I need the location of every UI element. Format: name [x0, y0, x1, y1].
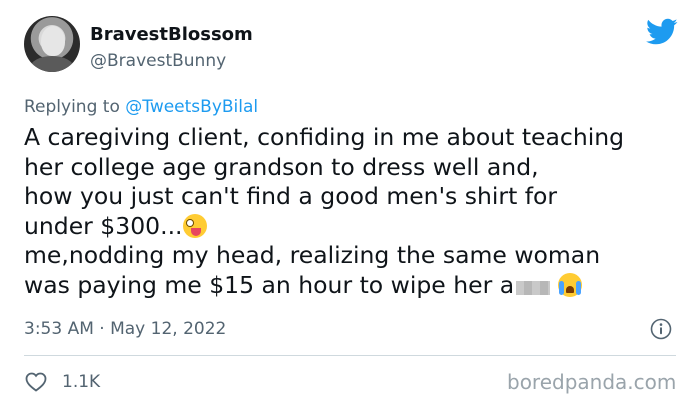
zany-face-emoji — [182, 213, 207, 238]
twitter-bird-icon — [646, 18, 678, 45]
tweet-line: her college age grandson to dress well a… — [24, 152, 539, 181]
censor-blur — [516, 280, 551, 295]
reply-mention-link[interactable]: @TweetsByBilal — [125, 97, 258, 117]
tweet-line: was paying me $15 an hour to wipe her a — [24, 270, 515, 299]
info-icon[interactable] — [650, 318, 672, 340]
replying-to: Replying to @TweetsByBilal — [24, 97, 258, 117]
display-name[interactable]: BravestBlossom — [90, 24, 253, 45]
divider — [24, 355, 676, 356]
watermark: boredpanda.com — [507, 370, 677, 394]
tweet-line: A caregiving client, confiding in me abo… — [24, 123, 625, 151]
tweet-line-with-emoji: was paying me $15 an hour to wipe her a — [24, 271, 684, 301]
tweet-line: how you just can't find a good men's shi… — [24, 182, 558, 211]
tweet-line: under $300... — [24, 211, 183, 240]
tweet-line: me,nodding my head, realizing the same w… — [24, 241, 601, 270]
like-count[interactable]: 1.1K — [62, 372, 100, 392]
avatar[interactable] — [24, 16, 80, 72]
tweet-line-with-emoji: under $300... — [24, 212, 684, 242]
loudly-crying-face-emoji — [557, 272, 582, 297]
heart-icon[interactable] — [24, 370, 48, 394]
replying-to-prefix: Replying to — [24, 97, 126, 117]
user-handle[interactable]: @BravestBunny — [90, 51, 226, 71]
tweet-text: A caregiving client, confiding in me abo… — [24, 123, 684, 301]
tweet-timestamp[interactable]: 3:53 AM · May 12, 2022 — [24, 319, 226, 339]
